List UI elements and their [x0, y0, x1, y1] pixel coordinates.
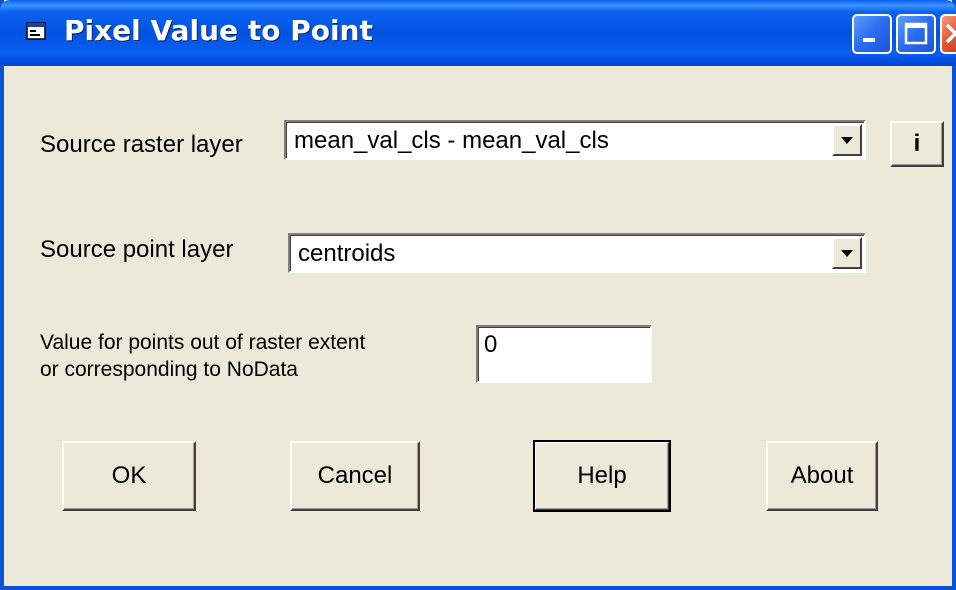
- point-layer-select[interactable]: centroids: [288, 233, 866, 273]
- nodata-label-line2: or corresponding to NoData: [40, 358, 298, 381]
- maximize-button[interactable]: [896, 14, 936, 54]
- point-layer-dropdown-button[interactable]: [832, 237, 862, 269]
- cancel-button-label: Cancel: [317, 462, 393, 489]
- maximize-icon: [904, 22, 928, 45]
- nodata-value-input[interactable]: 0: [476, 325, 652, 383]
- nodata-label-line1: Value for points out of raster extent: [40, 331, 366, 354]
- info-button[interactable]: i: [890, 121, 944, 167]
- about-button-label: About: [790, 462, 854, 489]
- minimize-button[interactable]: [852, 14, 892, 54]
- help-button-label: Help: [577, 462, 627, 489]
- raster-layer-label: Source raster layer: [40, 131, 243, 158]
- ok-button[interactable]: OK: [62, 441, 196, 511]
- close-button[interactable]: [940, 14, 956, 54]
- title-bar[interactable]: Pixel Value to Point: [0, 0, 956, 66]
- help-button[interactable]: Help: [533, 440, 671, 512]
- cancel-button[interactable]: Cancel: [290, 441, 420, 511]
- dialog-window: Pixel Value to Point Source raster layer…: [0, 0, 956, 590]
- close-icon: [945, 23, 956, 44]
- raster-layer-dropdown-button[interactable]: [832, 124, 862, 156]
- dropdown-arrow-icon: [841, 250, 853, 257]
- window-title: Pixel Value to Point: [64, 14, 373, 47]
- point-layer-value: centroids: [298, 240, 396, 267]
- ok-button-label: OK: [111, 462, 147, 489]
- about-button[interactable]: About: [766, 441, 878, 511]
- raster-layer-value: mean_val_cls - mean_val_cls: [294, 127, 609, 154]
- minimize-icon: [863, 38, 875, 42]
- info-button-label: i: [913, 130, 921, 157]
- raster-layer-select[interactable]: mean_val_cls - mean_val_cls: [284, 120, 866, 160]
- nodata-value-text: 0: [484, 331, 498, 358]
- dropdown-arrow-icon: [841, 137, 853, 144]
- window-app-icon: [26, 22, 46, 40]
- point-layer-label: Source point layer: [40, 236, 234, 263]
